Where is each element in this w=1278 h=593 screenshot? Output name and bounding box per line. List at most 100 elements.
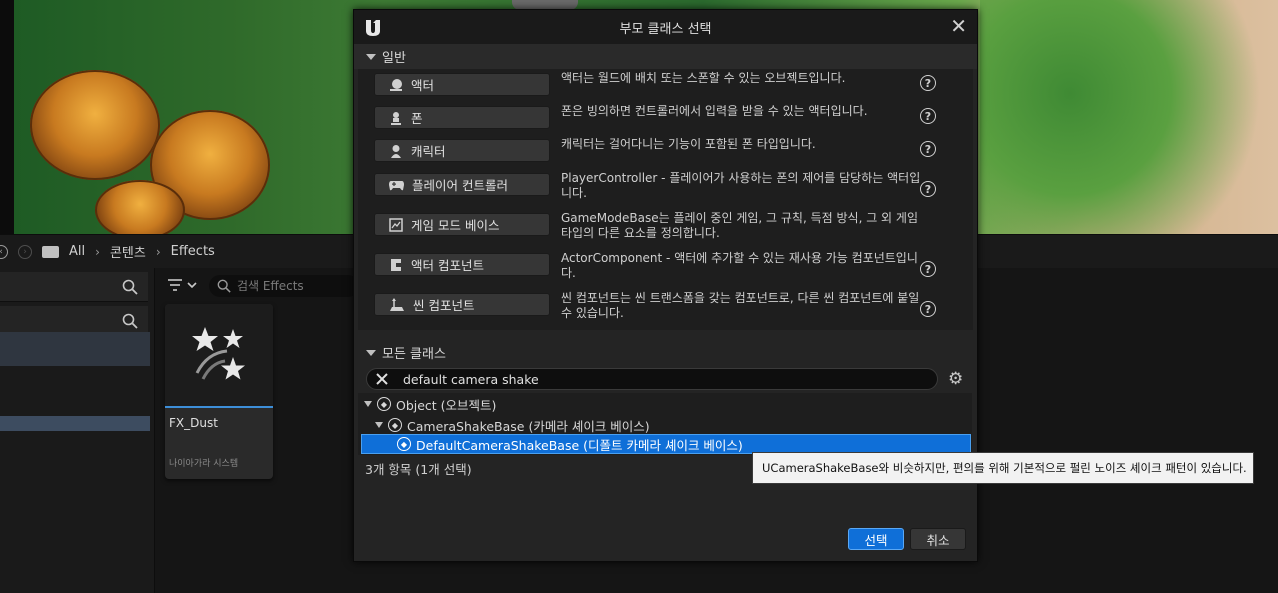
viewport-edge xyxy=(0,0,14,234)
pawn-class-description: 폰은 빙의하면 컨트롤러에서 입력을 받을 수 있는 액터입니다. xyxy=(561,104,868,118)
pawn-class-label: 폰 xyxy=(411,111,423,126)
dialog-title-bar: 부모 클래스 선택 ✕ xyxy=(354,10,977,44)
character-class-description: 캐릭터는 걸어다니는 기능이 포함된 폰 타입입니다. xyxy=(561,137,816,151)
tree-item-label: Object (오브젝트) xyxy=(396,397,497,413)
class-search-value: default camera shake xyxy=(403,371,539,387)
general-section-header[interactable]: 일반 xyxy=(354,44,977,69)
tree-item-camera-shake-base[interactable]: ◆ CameraShakeBase (카메라 셰이크 베이스) xyxy=(375,415,650,435)
scene-component-class-button[interactable]: 씬 컴포넌트 xyxy=(374,293,550,316)
character-class-button[interactable]: 캐릭터 xyxy=(374,139,550,162)
breadcrumb-effects[interactable]: Effects xyxy=(171,244,215,259)
player-controller-class-label: 플레이어 컨트롤러 xyxy=(412,178,508,193)
search-icon xyxy=(217,279,231,293)
sources-panel xyxy=(0,268,155,593)
unreal-logo-icon xyxy=(366,20,380,36)
character-class-label: 캐릭터 xyxy=(411,144,446,159)
tooltip-text: UCameraShakeBase와 비슷하지만, 편의를 위해 기본적으로 펄린… xyxy=(762,461,1247,475)
help-icon[interactable]: ? xyxy=(920,141,936,157)
scene-component-class-description: 씬 컴포넌트는 씬 트랜스폼을 갖는 컴포넌트로, 다른 씬 컴포넌트에 붙일 … xyxy=(561,291,920,320)
class-row-player-controller: 플레이어 컨트롤러 PlayerController - 플레이어가 사용하는 … xyxy=(370,169,974,203)
scene-component-icon xyxy=(390,297,404,311)
actor-component-class-label: 액터 컴포넌트 xyxy=(411,258,484,273)
tree-item-object[interactable]: ◆ Object (오브젝트) xyxy=(364,394,496,414)
folder-icon xyxy=(42,245,59,258)
help-icon[interactable]: ? xyxy=(920,75,936,91)
collapse-arrow-icon xyxy=(366,53,376,60)
player-controller-class-button[interactable]: 플레이어 컨트롤러 xyxy=(374,173,550,196)
general-class-list: 액터 액터는 월드에 배치 또는 스폰할 수 있는 오브젝트입니다. ? 폰 폰… xyxy=(358,69,973,330)
general-section-label: 일반 xyxy=(382,51,406,66)
game-mode-base-class-button[interactable]: 게임 모드 베이스 xyxy=(374,213,550,236)
actor-component-class-description: ActorComponent - 액터에 추가할 수 있는 재사용 가능 컴포넌… xyxy=(561,251,918,280)
viewport-grass xyxy=(980,0,1278,234)
breadcrumb-content[interactable]: 콘텐츠 xyxy=(110,242,146,261)
help-icon[interactable]: ? xyxy=(920,108,936,124)
chevron-right-icon: › xyxy=(155,244,161,259)
sources-search[interactable] xyxy=(0,272,148,302)
filter-icon xyxy=(168,279,197,291)
class-row-character: 캐릭터 캐릭터는 걸어다니는 기능이 포함된 폰 타입입니다. ? xyxy=(370,135,974,169)
forward-icon[interactable]: › xyxy=(18,244,32,259)
breadcrumb-all[interactable]: All xyxy=(69,244,85,259)
player-controller-class-description: PlayerController - 플레이어가 사용하는 폰의 제어를 담당하… xyxy=(561,171,921,200)
help-icon[interactable]: ? xyxy=(920,301,936,317)
expand-arrow-icon[interactable] xyxy=(375,422,383,428)
help-icon[interactable]: ? xyxy=(920,181,936,197)
filter-button[interactable] xyxy=(167,278,197,296)
item-count-status: 3개 항목 (1개 선택) xyxy=(365,462,472,477)
actor-class-button[interactable]: 액터 xyxy=(374,73,550,96)
actor-component-class-button[interactable]: 액터 컴포넌트 xyxy=(374,253,550,276)
gear-icon[interactable]: ⚙ xyxy=(948,369,963,389)
uobject-class-icon: ◆ xyxy=(377,397,391,411)
class-row-pawn: 폰 폰은 빙의하면 컨트롤러에서 입력을 받을 수 있는 액터입니다. ? xyxy=(370,102,974,136)
cancel-button[interactable]: 취소 xyxy=(910,528,966,550)
class-row-actor-component: 액터 컴포넌트 ActorComponent - 액터에 추가할 수 있는 재사… xyxy=(370,249,974,283)
scene-component-class-label: 씬 컴포넌트 xyxy=(413,298,475,313)
asset-search-placeholder: 검색 Effects xyxy=(237,279,304,293)
class-row-actor: 액터 액터는 월드에 배치 또는 스폰할 수 있는 오브젝트입니다. ? xyxy=(370,69,974,103)
class-search-input[interactable]: default camera shake xyxy=(366,368,938,390)
search-icon xyxy=(122,279,138,295)
class-row-game-mode-base: 게임 모드 베이스 GameModeBase는 플레이 중인 게임, 그 규칙,… xyxy=(370,209,974,243)
asset-search-input[interactable]: 검색 Effects xyxy=(209,275,359,297)
actor-class-label: 액터 xyxy=(411,78,435,93)
search-icon xyxy=(122,313,138,329)
uobject-class-icon: ◆ xyxy=(388,418,402,432)
help-icon[interactable]: ? xyxy=(920,261,936,277)
class-tooltip: UCameraShakeBase와 비슷하지만, 편의를 위해 기본적으로 펄린… xyxy=(752,452,1254,484)
game-mode-icon xyxy=(389,217,403,232)
folder-tree-item[interactable] xyxy=(0,332,150,366)
tree-item-label: DefaultCameraShakeBase (디폴트 카메라 셰이크 베이스) xyxy=(416,437,743,453)
clear-search-icon[interactable] xyxy=(375,372,389,386)
niagara-system-icon xyxy=(192,327,245,380)
game-mode-base-class-description: GameModeBase는 플레이 중인 게임, 그 규칙, 득점 방식, 그 … xyxy=(561,211,918,240)
asset-name: FX_Dust xyxy=(169,416,218,430)
viewport-flower xyxy=(95,180,185,234)
class-tree: ◆ Object (오브젝트) ◆ CameraShakeBase (카메라 셰… xyxy=(358,393,972,455)
folder-tree-item-selected[interactable] xyxy=(0,416,150,431)
asset-tile[interactable]: FX_Dust 나이아가라 시스템 xyxy=(165,304,273,479)
actor-class-description: 액터는 월드에 배치 또는 스폰할 수 있는 오브젝트입니다. xyxy=(561,71,846,85)
pawn-class-button[interactable]: 폰 xyxy=(374,106,550,129)
viewport-flower xyxy=(30,70,160,180)
tree-item-default-camera-shake-base[interactable]: ◆ DefaultCameraShakeBase (디폴트 카메라 셰이크 베이… xyxy=(361,434,971,454)
dialog-title: 부모 클래스 선택 xyxy=(619,21,712,37)
character-icon xyxy=(391,144,401,158)
game-mode-base-class-label: 게임 모드 베이스 xyxy=(411,218,500,233)
expand-arrow-icon[interactable] xyxy=(364,401,372,407)
all-classes-section-header[interactable]: 모든 클래스 xyxy=(354,340,977,365)
chevron-right-icon: › xyxy=(95,244,100,259)
back-icon[interactable]: ‹ xyxy=(0,244,8,259)
all-classes-section-label: 모든 클래스 xyxy=(382,347,446,362)
asset-thumbnail xyxy=(165,304,273,408)
asset-type: 나이아가라 시스템 xyxy=(169,459,239,469)
tree-item-label: CameraShakeBase (카메라 셰이크 베이스) xyxy=(407,418,650,434)
close-icon[interactable]: ✕ xyxy=(950,16,967,36)
select-button[interactable]: 선택 xyxy=(848,528,904,550)
class-row-scene-component: 씬 컴포넌트 씬 컴포넌트는 씬 트랜스폼을 갖는 컴포넌트로, 다른 씬 컴포… xyxy=(370,289,974,323)
uobject-class-icon: ◆ xyxy=(397,437,411,451)
actor-icon xyxy=(390,78,402,91)
collapse-arrow-icon xyxy=(366,349,376,356)
component-icon xyxy=(391,258,401,271)
pawn-icon xyxy=(391,111,401,125)
